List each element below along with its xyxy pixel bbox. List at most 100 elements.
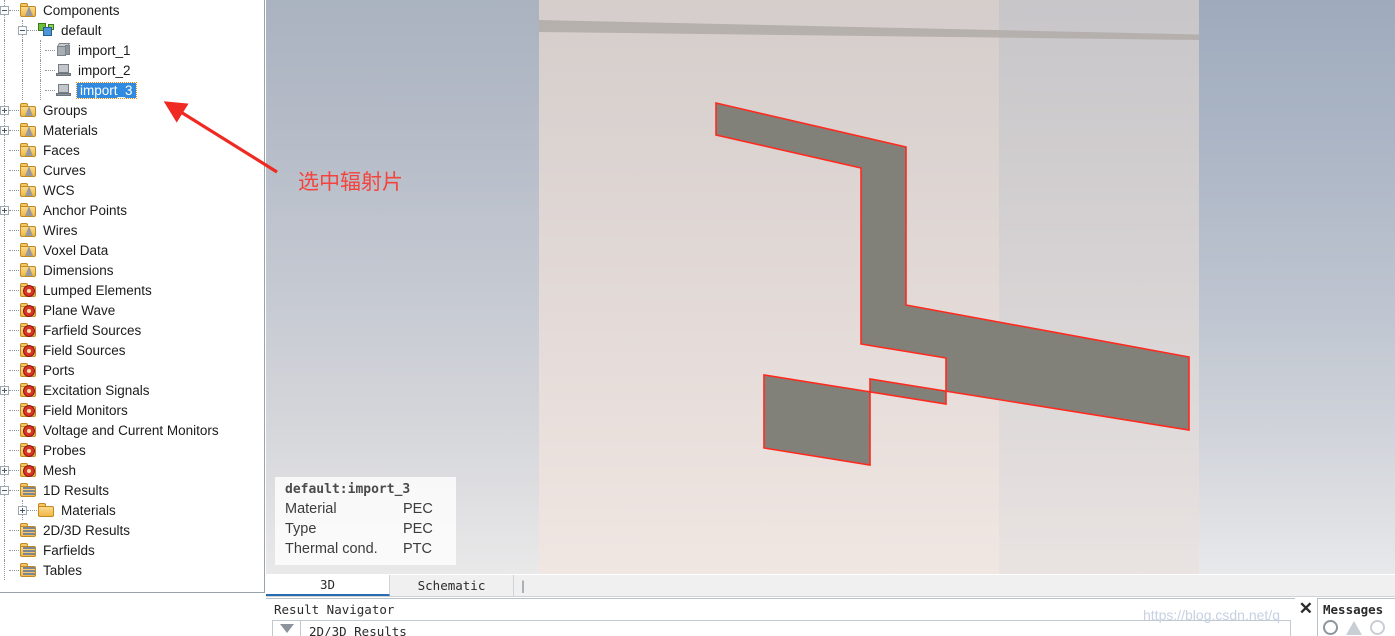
tree-item-label: WCS [43, 182, 75, 198]
tree-connector [9, 149, 19, 151]
tree-item-ports[interactable]: Ports [0, 360, 264, 380]
component-group-icon [38, 22, 55, 38]
view-tab-bar[interactable]: 3D Schematic | [266, 575, 1395, 597]
expand-toggle-icon[interactable] [0, 125, 9, 135]
tree-item-components[interactable]: Components [0, 0, 264, 20]
tree-item-label: 1D Results [43, 482, 110, 498]
folder-gear-icon [20, 423, 37, 437]
expand-toggle-icon[interactable] [0, 205, 9, 215]
tree-item-tables[interactable]: Tables [0, 560, 264, 580]
object-info-row: Thermal cond. PTC [285, 539, 446, 559]
folder-cone-icon [20, 123, 37, 137]
messages-icon-row[interactable] [1318, 617, 1395, 635]
tree-item-import-2[interactable]: import_2 [0, 60, 264, 80]
tree-item-label: Voltage and Current Monitors [43, 422, 219, 438]
tree-connector [9, 549, 19, 551]
tree-item-plane-wave[interactable]: Plane Wave [0, 300, 264, 320]
tree-item-excitation-signals[interactable]: Excitation Signals [0, 380, 264, 400]
tree-item-wires[interactable]: Wires [0, 220, 264, 240]
expand-toggle-icon[interactable] [0, 465, 9, 475]
tree-item-label: Anchor Points [43, 202, 128, 218]
tree-item-mesh[interactable]: Mesh [0, 460, 264, 480]
tree-item-lumped-elements[interactable]: Lumped Elements [0, 280, 264, 300]
collapse-toggle-icon[interactable] [18, 25, 27, 35]
tree-item-field-sources[interactable]: Field Sources [0, 340, 264, 360]
annotation-text: 选中辐射片 [298, 171, 403, 194]
folder-cone-icon [20, 163, 37, 177]
tree-item-label: Mesh [43, 462, 77, 478]
tree-connector [9, 169, 19, 171]
tree-connector [9, 349, 19, 351]
tree-item-2d-3d-results[interactable]: 2D/3D Results [0, 520, 264, 540]
tree-item-import-3[interactable]: import_3 [0, 80, 264, 100]
collapse-toggle-icon[interactable] [0, 485, 9, 495]
tree-connector [45, 49, 55, 51]
folder-gear-icon [20, 383, 37, 397]
tree-item-anchor-points[interactable]: Anchor Points [0, 200, 264, 220]
tree-item-1d-results[interactable]: 1D Results [0, 480, 264, 500]
tree-item-wcs[interactable]: WCS [0, 180, 264, 200]
tree-item-dimensions[interactable]: Dimensions [0, 260, 264, 280]
expand-toggle-icon[interactable] [0, 105, 9, 115]
tree-item-default[interactable]: default [0, 20, 264, 40]
error-circle-icon[interactable] [1370, 620, 1385, 635]
folder-plain-icon [38, 503, 55, 517]
tree-item-materials[interactable]: Materials [0, 500, 264, 520]
tree-connector [9, 109, 19, 111]
warning-triangle-icon[interactable] [1346, 620, 1362, 635]
result-navigator-table[interactable]: 2D/3D Results [272, 620, 1291, 636]
result-filter-cell[interactable] [273, 621, 301, 636]
info-circle-icon[interactable] [1323, 620, 1338, 635]
tree-connector [9, 389, 19, 391]
folder-cone-icon [20, 183, 37, 197]
folder-cone-icon [20, 103, 37, 117]
3d-viewport[interactable]: default:import_3 Material PEC Type PEC Therm… [266, 0, 1395, 574]
tree-item-voltage-and-current-monitors[interactable]: Voltage and Current Monitors [0, 420, 264, 440]
tree-item-label: Farfields [43, 542, 95, 558]
tree-item-groups[interactable]: Groups [0, 100, 264, 120]
object-info-key: Type [285, 521, 317, 537]
tab-3d[interactable]: 3D [266, 575, 390, 596]
result-navigator-panel[interactable]: Result Navigator 2D/3D Results [266, 598, 1295, 636]
tree-item-probes[interactable]: Probes [0, 440, 264, 460]
tree-item-voxel-data[interactable]: Voxel Data [0, 240, 264, 260]
tree-item-label: Dimensions [43, 262, 114, 278]
tab-overflow-caret[interactable]: | [514, 575, 532, 596]
funnel-filter-icon[interactable] [279, 624, 294, 633]
tree-item-label: Curves [43, 162, 86, 178]
tree-item-farfield-sources[interactable]: Farfield Sources [0, 320, 264, 340]
tree-connector [9, 429, 19, 431]
tree-item-curves[interactable]: Curves [0, 160, 264, 180]
tree-item-label: Voxel Data [43, 242, 109, 258]
navigation-tree-panel[interactable]: Components default import_1 import_2 import_… [0, 0, 265, 593]
tree-item-field-monitors[interactable]: Field Monitors [0, 400, 264, 420]
tree-item-label: Probes [43, 442, 86, 458]
tree-item-label: Faces [43, 142, 80, 158]
collapse-toggle-icon[interactable] [0, 5, 9, 15]
tree-connector [9, 449, 19, 451]
tree-item-farfields[interactable]: Farfields [0, 540, 264, 560]
tree-item-label: Lumped Elements [43, 282, 152, 298]
expand-toggle-icon[interactable] [0, 385, 9, 395]
tree-connector [27, 509, 37, 511]
messages-panel[interactable]: Messages [1317, 598, 1395, 636]
tree-connector [9, 369, 19, 371]
folder-cone-icon [20, 263, 37, 277]
tree-item-faces[interactable]: Faces [0, 140, 264, 160]
tree-item-label: Excitation Signals [43, 382, 150, 398]
object-info-overlay: default:import_3 Material PEC Type PEC Therm… [275, 477, 456, 565]
tree-connector [45, 89, 55, 91]
folder-gear-icon [20, 283, 37, 297]
tree-item-label: Field Sources [43, 342, 126, 358]
tree-item-materials[interactable]: Materials [0, 120, 264, 140]
tree-item-label: Tables [43, 562, 83, 578]
tree-item-label: Ports [43, 362, 75, 378]
tree-connector [9, 529, 19, 531]
tab-schematic[interactable]: Schematic [390, 575, 514, 596]
object-info-rows: Material PEC Type PEC Thermal cond. PTC [285, 499, 446, 559]
object-info-title: default:import_3 [285, 482, 411, 497]
close-icon[interactable]: ✕ [1299, 600, 1313, 617]
expand-toggle-icon[interactable] [18, 505, 27, 515]
tree-item-import-1[interactable]: import_1 [0, 40, 264, 60]
tree-item-label: Field Monitors [43, 402, 128, 418]
